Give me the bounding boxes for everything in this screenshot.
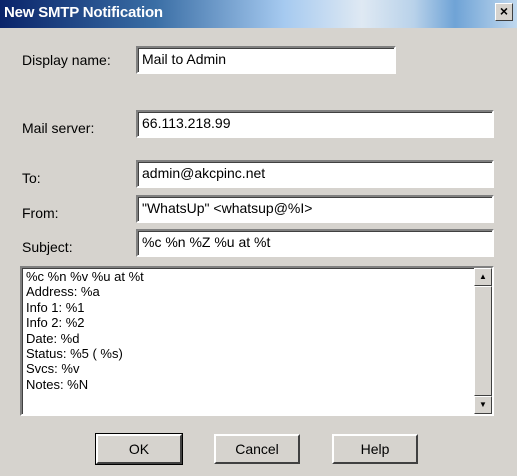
message-line: Notes: %N (26, 376, 89, 392)
subject-label: Subject: (22, 239, 73, 255)
vertical-scrollbar[interactable]: ▲ ▼ (474, 268, 492, 414)
message-body-textarea[interactable]: %c %n %v %u at %t Address: %a Info 1: %1… (20, 266, 494, 416)
window-title: New SMTP Notification (4, 4, 163, 21)
scroll-up-button[interactable]: ▲ (474, 268, 492, 286)
message-line: Status: %5 ( %s) (26, 346, 123, 362)
from-label: From: (22, 205, 59, 221)
to-field[interactable]: admin@akcpinc.net (136, 160, 494, 188)
scrollbar-thumb[interactable] (474, 286, 492, 396)
scroll-down-button[interactable]: ▼ (474, 396, 492, 414)
message-line: Date: %d (26, 330, 80, 346)
subject-field[interactable]: %c %n %Z %u at %t (136, 229, 494, 257)
message-line: Address: %a (26, 284, 100, 300)
display-name-label: Display name: (22, 52, 111, 68)
mail-server-field[interactable]: 66.113.218.99 (136, 110, 494, 138)
mail-server-label: Mail server: (22, 120, 95, 136)
title-bar[interactable]: New SMTP Notification × (0, 0, 517, 28)
message-body-lines: %c %n %v %u at %t Address: %a Info 1: %1… (26, 269, 144, 392)
cancel-button[interactable]: Cancel (214, 434, 300, 464)
to-label: To: (22, 170, 41, 186)
from-field[interactable]: "WhatsUp" <whatsup@%I> (136, 195, 494, 223)
display-name-field[interactable]: Mail to Admin (136, 46, 396, 74)
message-line: %c %n %v %u at %t (26, 269, 144, 284)
help-button[interactable]: Help (332, 434, 418, 464)
message-line: Info 1: %1 (26, 299, 85, 315)
ok-button[interactable]: OK (95, 433, 183, 465)
smtp-notification-dialog: New SMTP Notification × Display name: Ma… (0, 0, 517, 476)
message-line: Svcs: %v (26, 361, 80, 377)
close-button[interactable]: × (495, 3, 513, 21)
message-line: Info 2: %2 (26, 315, 85, 331)
